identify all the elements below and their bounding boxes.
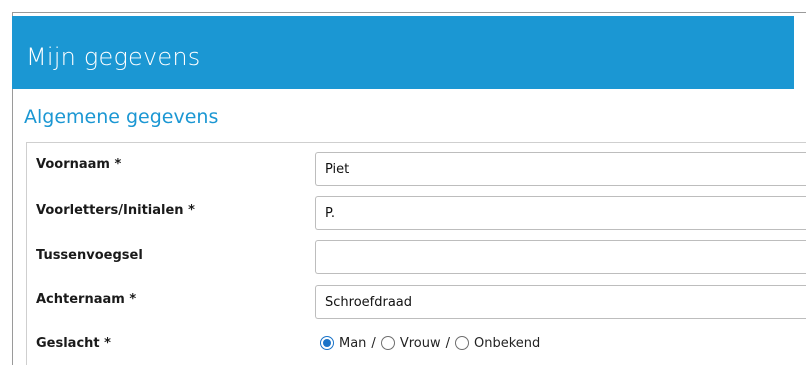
gender-radio-group: Man / Vrouw / Onbekend xyxy=(320,334,540,352)
gender-label: Geslacht * xyxy=(36,336,111,351)
radio-vrouw[interactable] xyxy=(380,336,395,350)
last-name-input[interactable] xyxy=(315,285,806,319)
gender-separator: / xyxy=(445,335,450,351)
last-name-label: Achternaam * xyxy=(36,292,137,307)
infix-label: Tussenvoegsel xyxy=(36,248,143,263)
gender-option-vrouw[interactable]: Vrouw xyxy=(380,336,441,351)
section-title: Algemene gegevens xyxy=(24,106,219,128)
initials-label: Voorletters/Initialen * xyxy=(36,203,195,218)
gender-option-man[interactable]: Man xyxy=(320,336,366,351)
page-header: Mijn gegevens xyxy=(12,16,794,89)
page-title: Mijn gegevens xyxy=(26,43,201,71)
initials-input[interactable] xyxy=(315,196,806,230)
radio-onbekend[interactable] xyxy=(454,336,469,350)
first-name-input[interactable] xyxy=(315,152,806,186)
gender-option-man-label[interactable]: Man xyxy=(339,336,366,351)
gender-option-onbekend-label[interactable]: Onbekend xyxy=(474,336,540,351)
gender-separator: / xyxy=(371,335,376,351)
first-name-label: Voornaam * xyxy=(36,157,122,172)
infix-input[interactable] xyxy=(315,240,806,274)
gender-option-onbekend[interactable]: Onbekend xyxy=(454,336,540,351)
gender-option-vrouw-label[interactable]: Vrouw xyxy=(400,336,441,351)
radio-man[interactable] xyxy=(320,336,334,350)
